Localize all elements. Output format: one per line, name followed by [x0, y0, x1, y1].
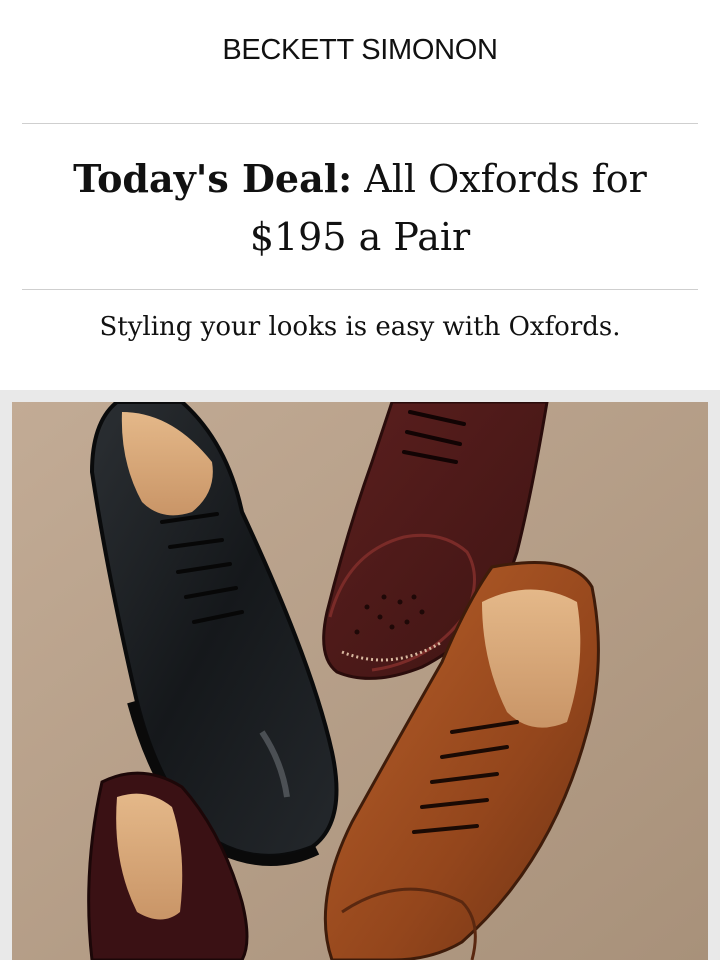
brand-logo[interactable]: BECKETT SIMONON: [0, 34, 720, 67]
deal-headline-lead: Today's Deal:: [73, 156, 353, 201]
oxford-shoes-photo[interactable]: [12, 402, 708, 960]
divider-top: [22, 123, 698, 124]
tagline: Styling your looks is easy with Oxfords.: [99, 312, 621, 342]
deal-headline[interactable]: Today's Deal: All Oxfords for $195 a Pai…: [60, 150, 660, 266]
divider-bottom: [22, 289, 698, 290]
